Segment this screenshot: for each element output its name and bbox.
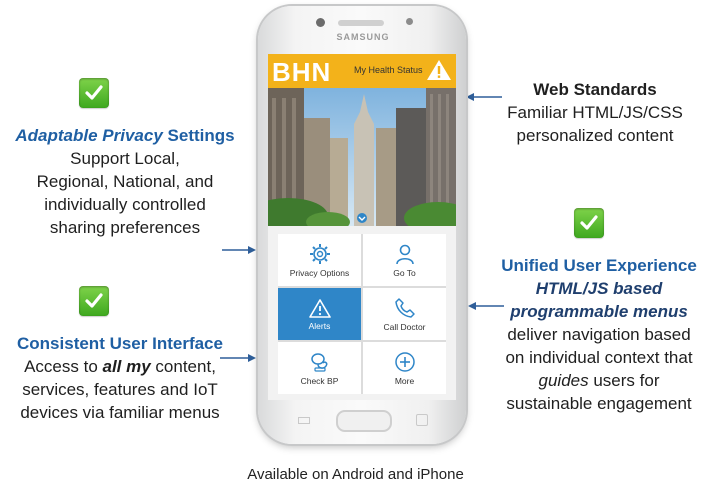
unified-ux-emphasis-2: programmable menus xyxy=(510,302,688,321)
line5-emphasis: guides xyxy=(538,371,589,390)
alerts-tile[interactable]: Alerts xyxy=(278,288,361,340)
privacy-settings-title: Adaptable Privacy Settings xyxy=(0,124,250,147)
back-button-icon[interactable] xyxy=(298,417,310,424)
go-to-tile[interactable]: Go To xyxy=(363,234,446,286)
check-bp-tile[interactable]: Check BP xyxy=(278,342,361,394)
arrow-right-icon xyxy=(220,352,256,364)
web-standards-line-2: personalized content xyxy=(516,126,674,145)
speaker-grille xyxy=(338,20,384,26)
front-camera-icon xyxy=(316,18,325,27)
privacy-line-4: sharing preferences xyxy=(49,218,201,237)
tile-label: Call Doctor xyxy=(383,321,426,332)
tile-label: Privacy Options xyxy=(289,267,350,278)
consistent-ui-callout: Consistent User Interface Access to all … xyxy=(0,332,240,424)
privacy-line-2: Regional, National, and xyxy=(36,172,214,191)
app-header: BHN My Health Status xyxy=(268,54,456,88)
title-italic: Adaptable Privacy xyxy=(15,126,163,145)
call-doctor-tile[interactable]: Call Doctor xyxy=(363,288,446,340)
consistent-ui-line-3: devices via familiar menus xyxy=(20,403,220,422)
web-standards-line-1: Familiar HTML/JS/CSS xyxy=(507,103,683,122)
phone-brand: SAMSUNG xyxy=(336,32,390,42)
line1-pre: Access to xyxy=(24,357,103,376)
recent-apps-icon[interactable] xyxy=(416,414,428,426)
consistent-ui-line-2: services, features and IoT xyxy=(22,380,218,399)
health-status-label[interactable]: My Health Status xyxy=(354,65,423,75)
warning-icon xyxy=(308,298,331,318)
unified-ux-emphasis-1: HTML/JS based xyxy=(535,279,663,298)
privacy-line-1: Support Local, xyxy=(70,149,180,168)
city-skyline-image xyxy=(268,88,456,226)
privacy-options-tile[interactable]: Privacy Options xyxy=(278,234,361,286)
arrow-right-icon xyxy=(222,244,256,256)
blood-pressure-icon xyxy=(310,352,327,372)
line1-post: content, xyxy=(150,357,216,376)
tile-label: Alerts xyxy=(308,320,331,331)
unified-ux-line-5: guides users for xyxy=(488,369,710,392)
gear-icon xyxy=(309,243,330,264)
tile-label: Go To xyxy=(393,267,416,278)
web-standards-title: Web Standards xyxy=(533,80,657,99)
unified-ux-line-3: deliver navigation based xyxy=(507,325,691,344)
phone-device: SAMSUNG BHN My Health Status Privacy Opt… xyxy=(258,6,466,444)
unified-ux-line-6: sustainable engagement xyxy=(506,394,692,413)
line5-post: users for xyxy=(588,371,660,390)
title-rest: Settings xyxy=(162,126,235,145)
plus-circle-icon xyxy=(394,351,415,372)
more-tile[interactable]: More xyxy=(363,342,446,394)
app-logo: BHN xyxy=(272,57,332,87)
consistent-ui-title: Consistent User Interface xyxy=(17,334,223,353)
phone-screen: BHN My Health Status Privacy Options Go … xyxy=(268,54,456,400)
web-standards-callout: Web Standards Familiar HTML/JS/CSS perso… xyxy=(490,78,700,147)
tile-label: More xyxy=(394,375,415,386)
unified-ux-callout: Unified User Experience HTML/JS based pr… xyxy=(488,254,710,415)
home-button[interactable] xyxy=(336,410,392,432)
phone-icon xyxy=(394,297,415,318)
sensor-icon xyxy=(406,18,413,25)
person-icon xyxy=(395,244,414,264)
checkmark-icon xyxy=(574,208,604,238)
privacy-settings-callout: Adaptable Privacy Settings Support Local… xyxy=(0,124,250,239)
privacy-line-3: individually controlled xyxy=(44,195,206,214)
checkmark-icon xyxy=(79,286,109,316)
warning-icon[interactable] xyxy=(426,58,452,87)
tile-label: Check BP xyxy=(300,375,339,386)
unified-ux-title: Unified User Experience xyxy=(501,256,697,275)
consistent-ui-line-1: Access to all my content, xyxy=(0,355,240,378)
unified-ux-line-4: on individual context that xyxy=(505,348,693,367)
checkmark-icon xyxy=(79,78,109,108)
app-menu-grid: Privacy Options Go To Alerts Call Doctor… xyxy=(278,234,446,394)
availability-footer: Available on Android and iPhone xyxy=(247,466,464,483)
line1-emphasis: all my xyxy=(102,357,151,376)
